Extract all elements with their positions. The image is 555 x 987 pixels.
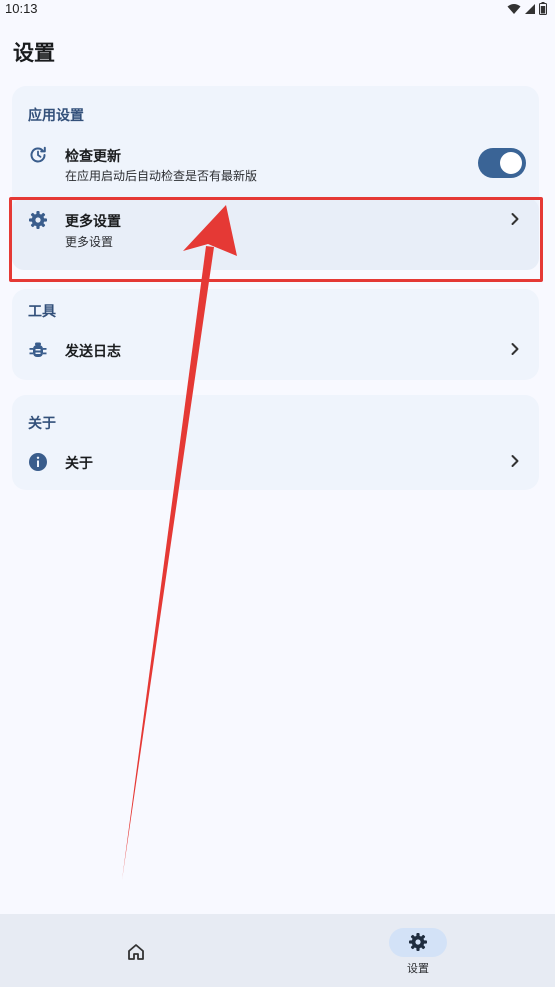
- about-title: 关于: [65, 456, 93, 472]
- battery-icon: [539, 2, 547, 15]
- check-update-subtitle: 在应用启动后自动检查是否有最新版: [65, 169, 258, 183]
- chevron-right-icon: [511, 343, 519, 355]
- status-icons: [507, 2, 547, 15]
- highlight-box-annotation: [9, 197, 543, 282]
- status-bar: 10:13: [0, 0, 555, 18]
- signal-icon: [525, 3, 535, 14]
- chevron-right-icon: [511, 455, 519, 467]
- send-log-title: 发送日志: [65, 344, 121, 360]
- tools-card: 工具 发送日志: [12, 289, 539, 380]
- toggle-knob: [500, 152, 522, 174]
- home-icon: [125, 941, 147, 963]
- bug-icon: [27, 339, 49, 361]
- info-icon: [27, 451, 49, 473]
- section-title-about: 关于: [28, 416, 56, 432]
- check-update-title: 检查更新: [65, 149, 121, 165]
- nav-label-settings: 设置: [407, 962, 429, 975]
- gear-icon: [407, 931, 429, 953]
- section-title-app: 应用设置: [28, 108, 84, 124]
- nav-item-settings[interactable]: 设置: [358, 914, 478, 987]
- auto-update-toggle[interactable]: [478, 148, 526, 178]
- wifi-icon: [507, 3, 521, 14]
- page-title: 设置: [13, 41, 55, 65]
- check-update-row[interactable]: 检查更新 在应用启动后自动检查是否有最新版: [12, 132, 539, 188]
- update-clock-icon: [27, 144, 49, 166]
- about-row[interactable]: 关于: [12, 437, 539, 487]
- section-title-tools: 工具: [28, 304, 56, 320]
- send-log-row[interactable]: 发送日志: [12, 327, 539, 375]
- about-card: 关于 关于: [12, 395, 539, 490]
- status-time: 10:13: [5, 1, 38, 16]
- bottom-navigation-bar: 设置: [0, 914, 555, 987]
- nav-item-home[interactable]: [76, 914, 196, 987]
